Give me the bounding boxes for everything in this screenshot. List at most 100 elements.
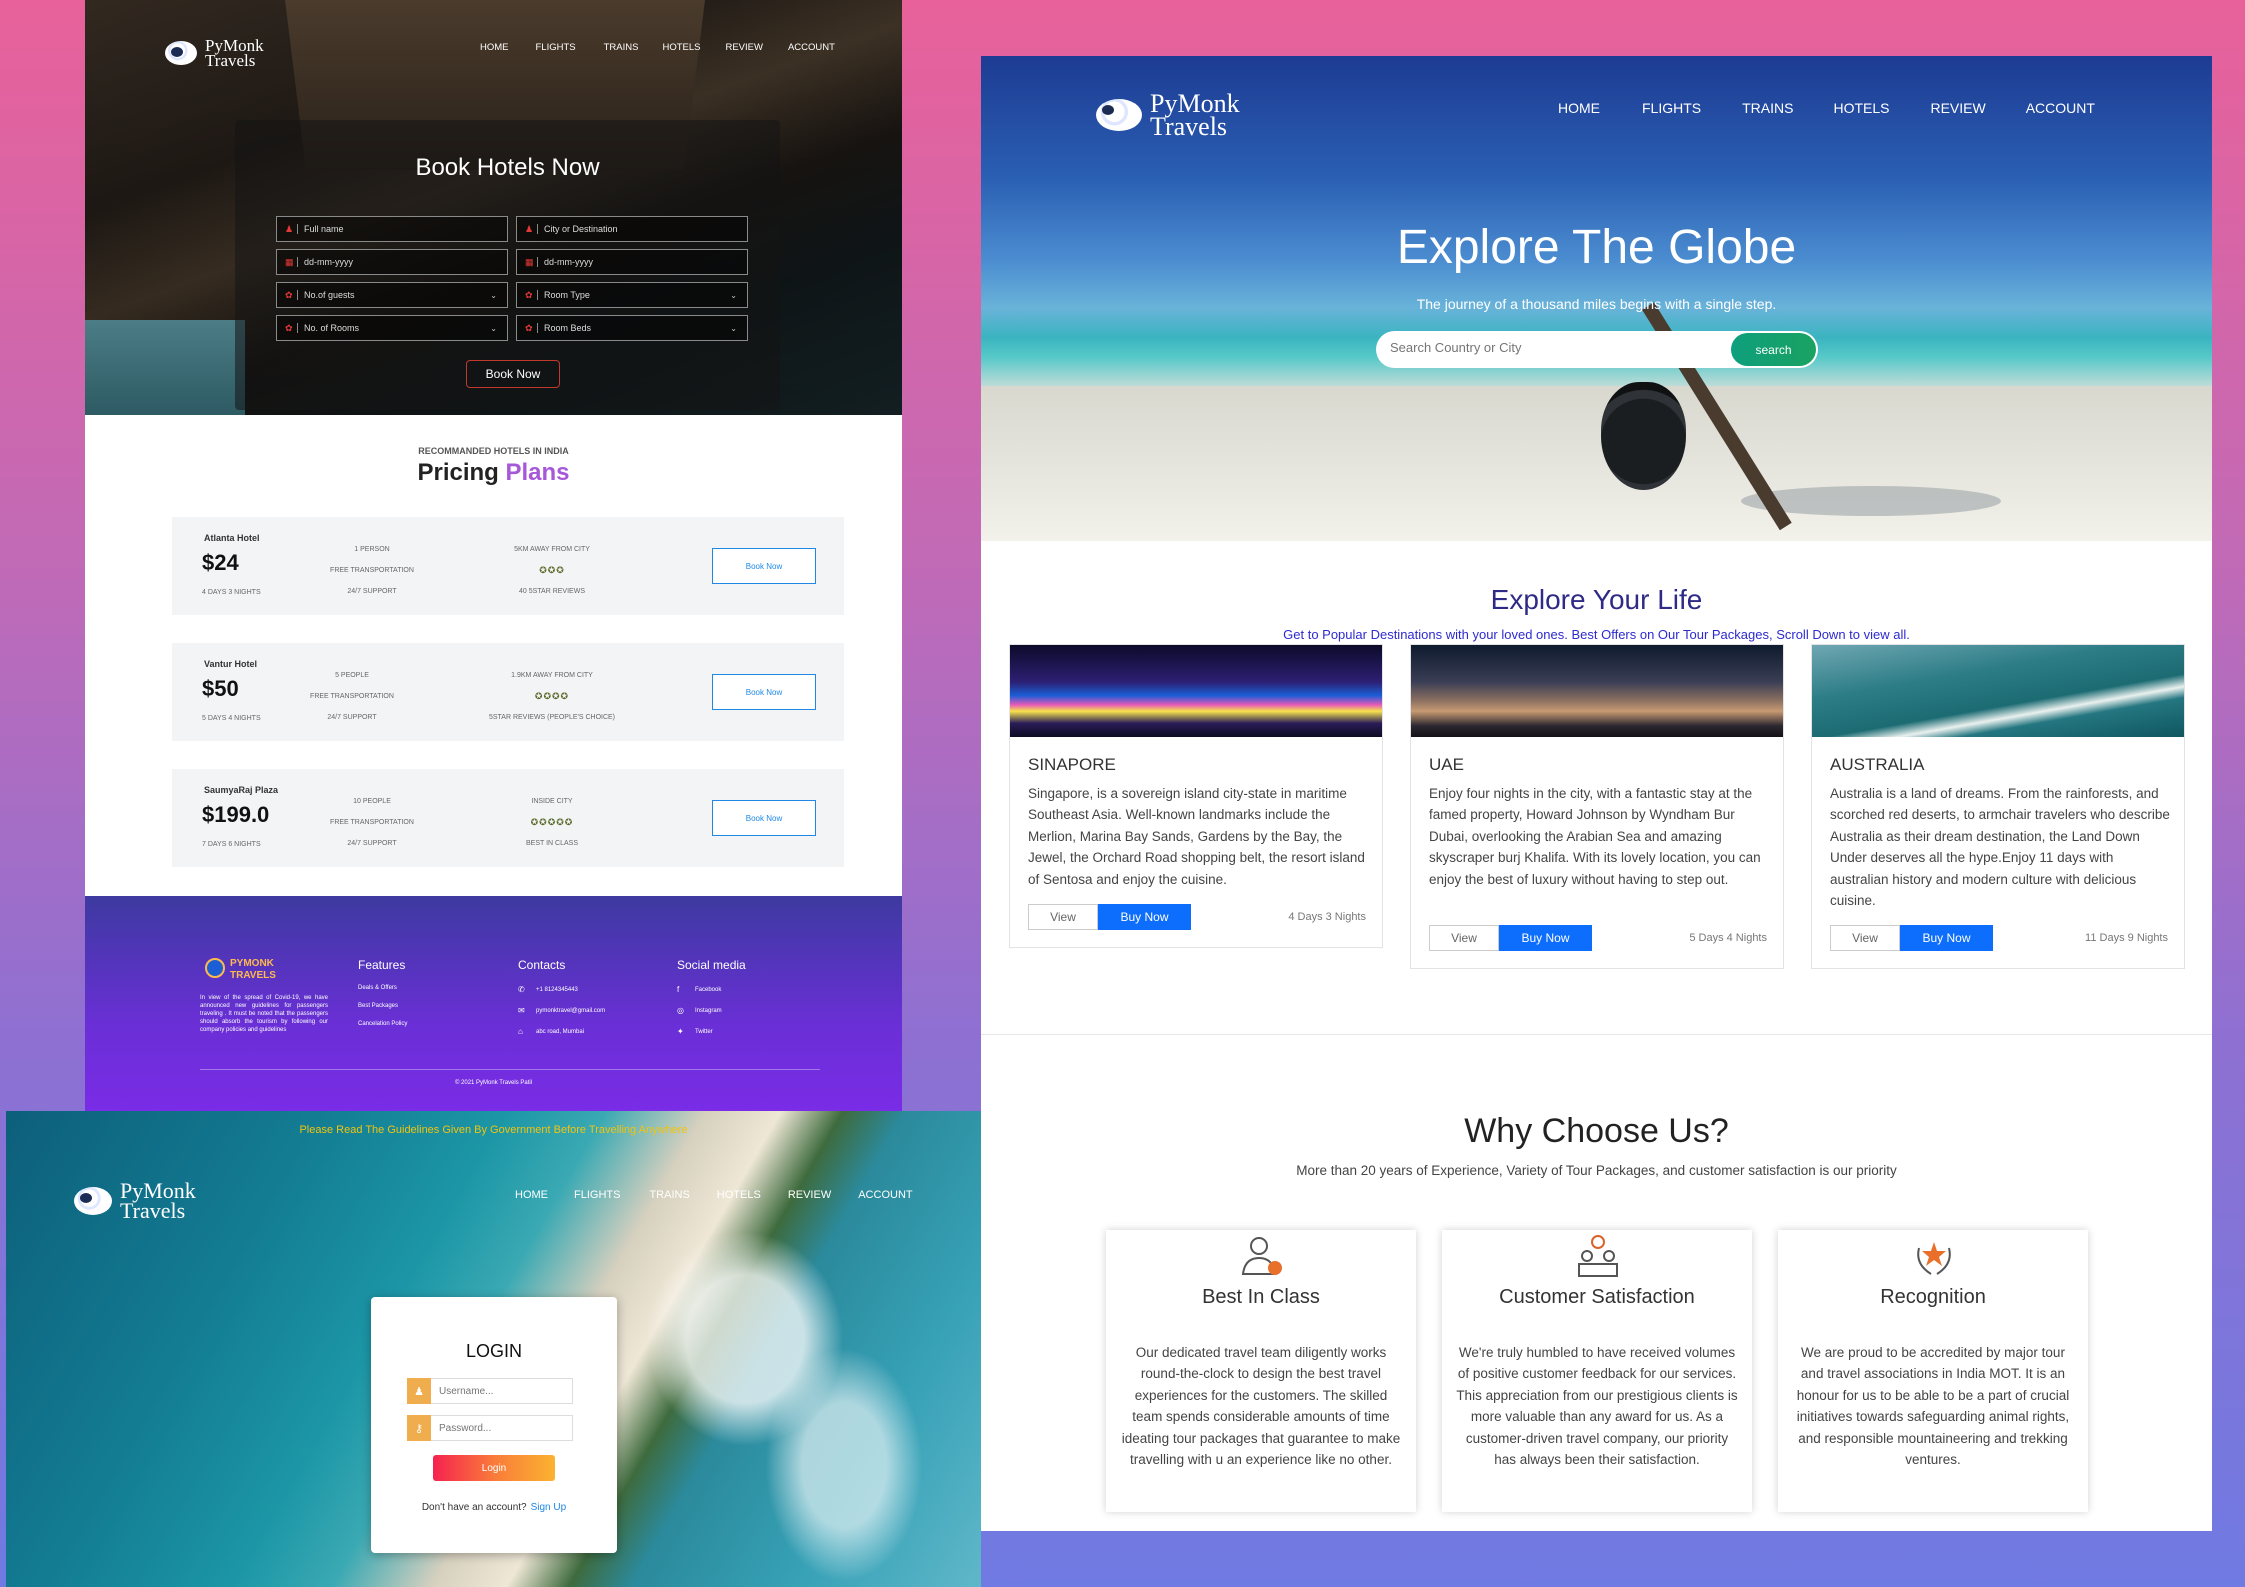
trip-duration: 11 Days 9 Nights: [2085, 932, 2168, 944]
checkin-date-field[interactable]: ▦ dd-mm-yyyy: [276, 249, 508, 275]
nav-flights[interactable]: FLIGHTS: [1642, 100, 1701, 116]
hotel-name: Vantur Hotel: [204, 659, 258, 669]
nav-home[interactable]: HOME: [515, 1189, 548, 1201]
facebook-icon: f: [677, 985, 680, 994]
mail-icon: ✉: [518, 1006, 525, 1015]
book-now-button[interactable]: Book Now: [712, 800, 816, 836]
plans-kicker: RECOMMANDED HOTELS IN INDIA: [418, 446, 569, 456]
city-field[interactable]: ♟ City or Destination: [516, 216, 748, 242]
footer-link[interactable]: Cancelation Policy: [358, 1021, 407, 1027]
rooms-select[interactable]: ✿ No. of Rooms ⌄: [276, 315, 508, 341]
nav-hotels[interactable]: HOTELS: [662, 42, 700, 53]
view-button[interactable]: View: [1830, 925, 1900, 951]
room-icon: ✿: [525, 290, 538, 300]
footer-contacts-title: Contacts: [518, 958, 566, 972]
nav-home[interactable]: HOME: [1558, 100, 1600, 116]
nav-review[interactable]: REVIEW: [788, 1189, 831, 1201]
nav-trains[interactable]: TRAINS: [1742, 100, 1793, 116]
login-button[interactable]: Login: [433, 1455, 555, 1481]
nav-hotels[interactable]: HOTELS: [1833, 100, 1889, 116]
footer-about: In view of the spread of Covid-19, we ha…: [200, 995, 328, 1033]
chevron-down-icon: ⌄: [490, 290, 497, 300]
hero-image-swing: [1601, 382, 1686, 490]
social-instagram[interactable]: ◎ Instagram: [677, 1006, 746, 1015]
feature-people: 5 PEOPLE: [335, 672, 369, 679]
hero-image-pool: [85, 320, 245, 415]
buy-now-button[interactable]: Buy Now: [1900, 925, 1993, 951]
nav-review[interactable]: REVIEW: [725, 42, 762, 53]
user-badge-icon: [1241, 1237, 1282, 1275]
password-input[interactable]: [431, 1415, 573, 1441]
room-type-select[interactable]: ✿ Room Type ⌄: [516, 282, 748, 308]
top-nav: HOME FLIGHTS TRAINS HOTELS REVIEW ACCOUN…: [480, 42, 835, 53]
destination-card: UAE Enjoy four nights in the city, with …: [1410, 644, 1784, 969]
bed-icon: ✿: [525, 323, 538, 333]
signup-link[interactable]: Sign Up: [531, 1502, 567, 1513]
destination-description: Enjoy four nights in the city, with a fa…: [1429, 786, 1761, 887]
home-icon: ⌂: [518, 1027, 523, 1036]
book-now-button[interactable]: Book Now: [712, 548, 816, 584]
hotel-duration: 4 DAYS 3 NIGHTS: [202, 589, 261, 596]
nav-flights[interactable]: FLIGHTS: [574, 1189, 620, 1201]
view-button[interactable]: View: [1028, 904, 1098, 930]
footer-link[interactable]: Best Packages: [358, 1003, 407, 1009]
guests-value: No.of guests: [304, 290, 355, 300]
username-input[interactable]: [431, 1378, 573, 1404]
nav-home[interactable]: HOME: [480, 42, 509, 53]
login-page-screenshot: Please Read The Guidelines Given By Gove…: [6, 1111, 981, 1587]
nav-account[interactable]: ACCOUNT: [2026, 100, 2095, 116]
nav-flights[interactable]: FLIGHTS: [536, 42, 576, 53]
footer-social: Social media f Facebook ◎ Instagram ✦ Twitt…: [677, 958, 746, 1048]
distance-text: INSIDE CITY: [531, 798, 573, 805]
footer-link[interactable]: Deals & Offers: [358, 985, 407, 991]
star-rating-icon: ✪✪✪: [539, 565, 565, 575]
view-button[interactable]: View: [1429, 925, 1499, 951]
customers-icon: [1578, 1235, 1618, 1277]
pricing-card: SaumyaRaj Plaza $199.0 7 DAYS 6 NIGHTS 1…: [172, 769, 844, 867]
nav-review[interactable]: REVIEW: [1930, 100, 1985, 116]
brand-logo[interactable]: PyMonk Travels: [165, 37, 264, 69]
why-subtitle: More than 20 years of Experience, Variet…: [1296, 1163, 1897, 1178]
feature-support: 24/7 SUPPORT: [347, 588, 397, 595]
nav-account[interactable]: ACCOUNT: [788, 42, 835, 53]
room-beds-select[interactable]: ✿ Room Beds ⌄: [516, 315, 748, 341]
pricing-card: Atlanta Hotel $24 4 DAYS 3 NIGHTS 1 PERS…: [172, 517, 844, 615]
feature-people: 10 PEOPLE: [353, 798, 391, 805]
social-facebook[interactable]: f Facebook: [677, 985, 746, 994]
brand-logo[interactable]: PyMonk Travels: [1096, 91, 1240, 140]
booking-title: Book Hotels Now: [415, 154, 600, 181]
guests-select[interactable]: ✿ No.of guests ⌄: [276, 282, 508, 308]
feature-text: We're truly humbled to have received vol…: [1456, 1345, 1738, 1468]
feature-card: Recognition We are proud to be accredite…: [1778, 1230, 2088, 1512]
hotel-hero: PyMonk Travels HOME FLIGHTS TRAINS HOTELS…: [85, 0, 902, 415]
search-input[interactable]: [1390, 340, 1710, 355]
buy-now-button[interactable]: Buy Now: [1098, 904, 1191, 930]
book-now-button[interactable]: Book Now: [466, 360, 560, 388]
home-page-screenshot: PyMonk Travels HOME FLIGHTS TRAINS HOTELS…: [981, 56, 2212, 1531]
hotel-name: Atlanta Hotel: [204, 533, 260, 543]
contact-phone: ✆ +1 8124345443: [518, 985, 605, 994]
buy-now-button[interactable]: Buy Now: [1499, 925, 1592, 951]
destination-description: Australia is a land of dreams. From the …: [1830, 786, 2170, 909]
feature-text: We are proud to be accredited by major t…: [1796, 1345, 2070, 1468]
checkout-date-field[interactable]: ▦ dd-mm-yyyy: [516, 249, 748, 275]
nav-account[interactable]: ACCOUNT: [858, 1189, 912, 1201]
brand-logo[interactable]: PyMonk Travels: [74, 1180, 196, 1221]
feature-card: Customer Satisfaction We're truly humble…: [1442, 1230, 1752, 1512]
book-now-button[interactable]: Book Now: [712, 674, 816, 710]
nav-trains[interactable]: TRAINS: [604, 42, 639, 53]
social-twitter[interactable]: ✦ Twitter: [677, 1027, 746, 1036]
card-buttons: View Buy Now: [1830, 925, 1993, 951]
nav-trains[interactable]: TRAINS: [649, 1189, 689, 1201]
hotel-features: 10 PEOPLE FREE TRANSPORTATION 24/7 SUPPORT: [292, 791, 452, 854]
trip-duration: 5 Days 4 Nights: [1689, 932, 1767, 944]
full-name-field[interactable]: ♟ Full name: [276, 216, 508, 242]
signup-prompt: Don't have an account? Sign Up: [371, 1502, 617, 1513]
search-button[interactable]: search: [1731, 333, 1816, 366]
nav-hotels[interactable]: HOTELS: [717, 1189, 761, 1201]
feature-people: 1 PERSON: [354, 546, 390, 553]
feature-card: Best In Class Our dedicated travel team …: [1106, 1230, 1416, 1512]
explore-title: Explore Your Life: [1490, 584, 1703, 615]
hotel-page-screenshot: PyMonk Travels HOME FLIGHTS TRAINS HOTELS…: [85, 0, 902, 1112]
email-text: pymonktravel@gmail.com: [536, 1007, 606, 1014]
